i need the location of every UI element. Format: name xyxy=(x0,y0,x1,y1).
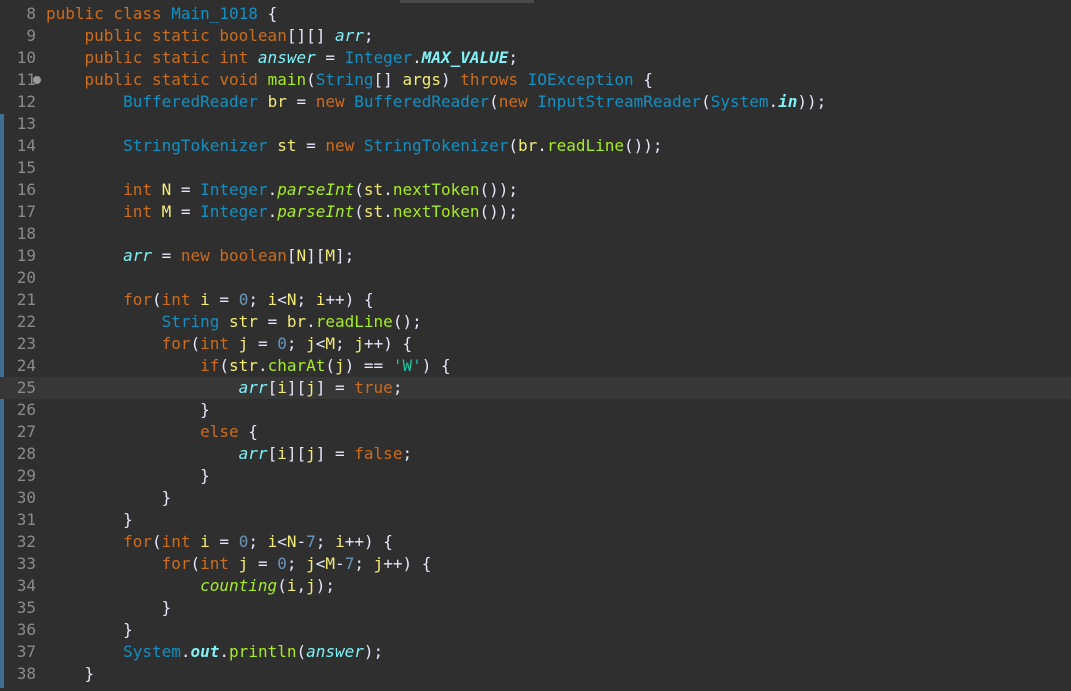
code-text: if(str.charAt(j) == 'W') { xyxy=(200,356,451,375)
line-number: 27 xyxy=(16,422,36,441)
line-number: 15 xyxy=(16,158,36,177)
line-number: 32 xyxy=(16,532,36,551)
code-line-15[interactable]: 15 xyxy=(0,157,1071,179)
line-number: 30 xyxy=(16,488,36,507)
code-line-32[interactable]: 32 for(int i = 0; i<N-7; i++) { xyxy=(0,531,1071,553)
code-line-26[interactable]: 26 } xyxy=(0,399,1071,421)
code-text: public static int answer = Integer.MAX_V… xyxy=(84,48,519,67)
code-text: } xyxy=(123,620,133,639)
line-number: 20 xyxy=(16,268,36,287)
code-line-38[interactable]: 38 } xyxy=(0,663,1071,685)
line-number: 21 xyxy=(16,290,36,309)
code-text: arr[i][j] = true; xyxy=(238,378,403,397)
line-number: 22 xyxy=(16,312,36,331)
fold-toggle-icon[interactable] xyxy=(33,76,41,84)
line-number: 9 xyxy=(26,26,36,45)
code-line-33[interactable]: 33 for(int j = 0; j<M-7; j++) { xyxy=(0,553,1071,575)
code-text: } xyxy=(200,400,210,419)
code-line-20[interactable]: 20 xyxy=(0,267,1071,289)
code-text: BufferedReader br = new BufferedReader(n… xyxy=(123,92,827,111)
code-line-9[interactable]: 9 public static boolean[][] arr; xyxy=(0,25,1071,47)
line-number: 37 xyxy=(16,642,36,661)
code-text: arr[i][j] = false; xyxy=(238,444,413,463)
line-number: 35 xyxy=(16,598,36,617)
code-line-37[interactable]: 37 System.out.println(answer); xyxy=(0,641,1071,663)
line-number: 33 xyxy=(16,554,36,573)
line-number: 23 xyxy=(16,334,36,353)
code-line-13[interactable]: 13 xyxy=(0,113,1071,135)
code-text: String str = br.readLine(); xyxy=(161,312,422,331)
code-line-35[interactable]: 35 } xyxy=(0,597,1071,619)
line-number: 19 xyxy=(16,246,36,265)
code-line-25-current[interactable]: 25 arr[i][j] = true; xyxy=(0,377,1071,399)
code-line-34[interactable]: 34 counting(i,j); xyxy=(0,575,1071,597)
code-line-19[interactable]: 19 arr = new boolean[N][M]; xyxy=(0,245,1071,267)
line-number: 12 xyxy=(16,92,36,111)
code-text: int M = Integer.parseInt(st.nextToken())… xyxy=(123,202,519,221)
line-number: 34 xyxy=(16,576,36,595)
code-line-14[interactable]: 14 StringTokenizer st = new StringTokeni… xyxy=(0,135,1071,157)
code-line-17[interactable]: 17 int M = Integer.parseInt(st.nextToken… xyxy=(0,201,1071,223)
code-line-24[interactable]: 24 if(str.charAt(j) == 'W') { xyxy=(0,355,1071,377)
line-number: 28 xyxy=(16,444,36,463)
code-text: } xyxy=(123,510,133,529)
code-text: public static boolean[][] arr; xyxy=(84,26,374,45)
code-line-18[interactable]: 18 xyxy=(0,223,1071,245)
code-text: for(int i = 0; i<N-7; i++) { xyxy=(123,532,393,551)
line-number: 36 xyxy=(16,620,36,639)
code-text: } xyxy=(200,466,210,485)
line-number: 17 xyxy=(16,202,36,221)
code-text: public class Main_1018 { xyxy=(46,4,278,23)
code-line-31[interactable]: 31 } xyxy=(0,509,1071,531)
code-text: arr = new boolean[N][M]; xyxy=(123,246,355,265)
line-number: 16 xyxy=(16,180,36,199)
line-number: 25 xyxy=(16,378,36,397)
code-line-12[interactable]: 12 BufferedReader br = new BufferedReade… xyxy=(0,91,1071,113)
line-number: 31 xyxy=(16,510,36,529)
code-text: counting(i,j); xyxy=(200,576,336,595)
code-text: StringTokenizer st = new StringTokenizer… xyxy=(123,136,663,155)
code-line-21[interactable]: 21 for(int i = 0; i<N; i++) { xyxy=(0,289,1071,311)
line-number: 38 xyxy=(16,664,36,683)
line-number: 26 xyxy=(16,400,36,419)
code-text: for(int i = 0; i<N; i++) { xyxy=(123,290,374,309)
code-line-8[interactable]: 8 public class Main_1018 { xyxy=(0,3,1071,25)
line-number: 24 xyxy=(16,356,36,375)
code-line-28[interactable]: 28 arr[i][j] = false; xyxy=(0,443,1071,465)
code-text: } xyxy=(161,598,172,617)
line-number: 10 xyxy=(16,48,36,67)
line-number: 18 xyxy=(16,224,36,243)
line-number: 8 xyxy=(26,4,36,23)
code-line-11[interactable]: 11 public static void main(String[] args… xyxy=(0,69,1071,91)
line-number: 29 xyxy=(16,466,36,485)
code-text: public static void main(String[] args) t… xyxy=(84,70,653,89)
code-line-10[interactable]: 10 public static int answer = Integer.MA… xyxy=(0,47,1071,69)
class-name: Main_1018 xyxy=(171,4,258,23)
code-line-22[interactable]: 22 String str = br.readLine(); xyxy=(0,311,1071,333)
code-line-16[interactable]: 16 int N = Integer.parseInt(st.nextToken… xyxy=(0,179,1071,201)
line-number: 11 xyxy=(16,70,36,89)
line-number: 14 xyxy=(16,136,36,155)
code-line-23[interactable]: 23 for(int j = 0; j<M; j++) { xyxy=(0,333,1071,355)
code-text: for(int j = 0; j<M; j++) { xyxy=(161,334,413,353)
code-line-30[interactable]: 30 } xyxy=(0,487,1071,509)
code-text: } xyxy=(161,488,172,507)
code-text: } xyxy=(84,664,95,683)
code-line-36[interactable]: 36 } xyxy=(0,619,1071,641)
code-line-29[interactable]: 29 } xyxy=(0,465,1071,487)
code-line-27[interactable]: 27 else { xyxy=(0,421,1071,443)
code-text: System.out.println(answer); xyxy=(123,642,384,661)
code-text: for(int j = 0; j<M-7; j++) { xyxy=(161,554,432,573)
code-text: else { xyxy=(200,422,258,441)
code-text: int N = Integer.parseInt(st.nextToken())… xyxy=(123,180,519,199)
line-number: 13 xyxy=(16,114,36,133)
code-editor[interactable]: 8 public class Main_1018 { 9 public stati… xyxy=(0,0,1071,691)
